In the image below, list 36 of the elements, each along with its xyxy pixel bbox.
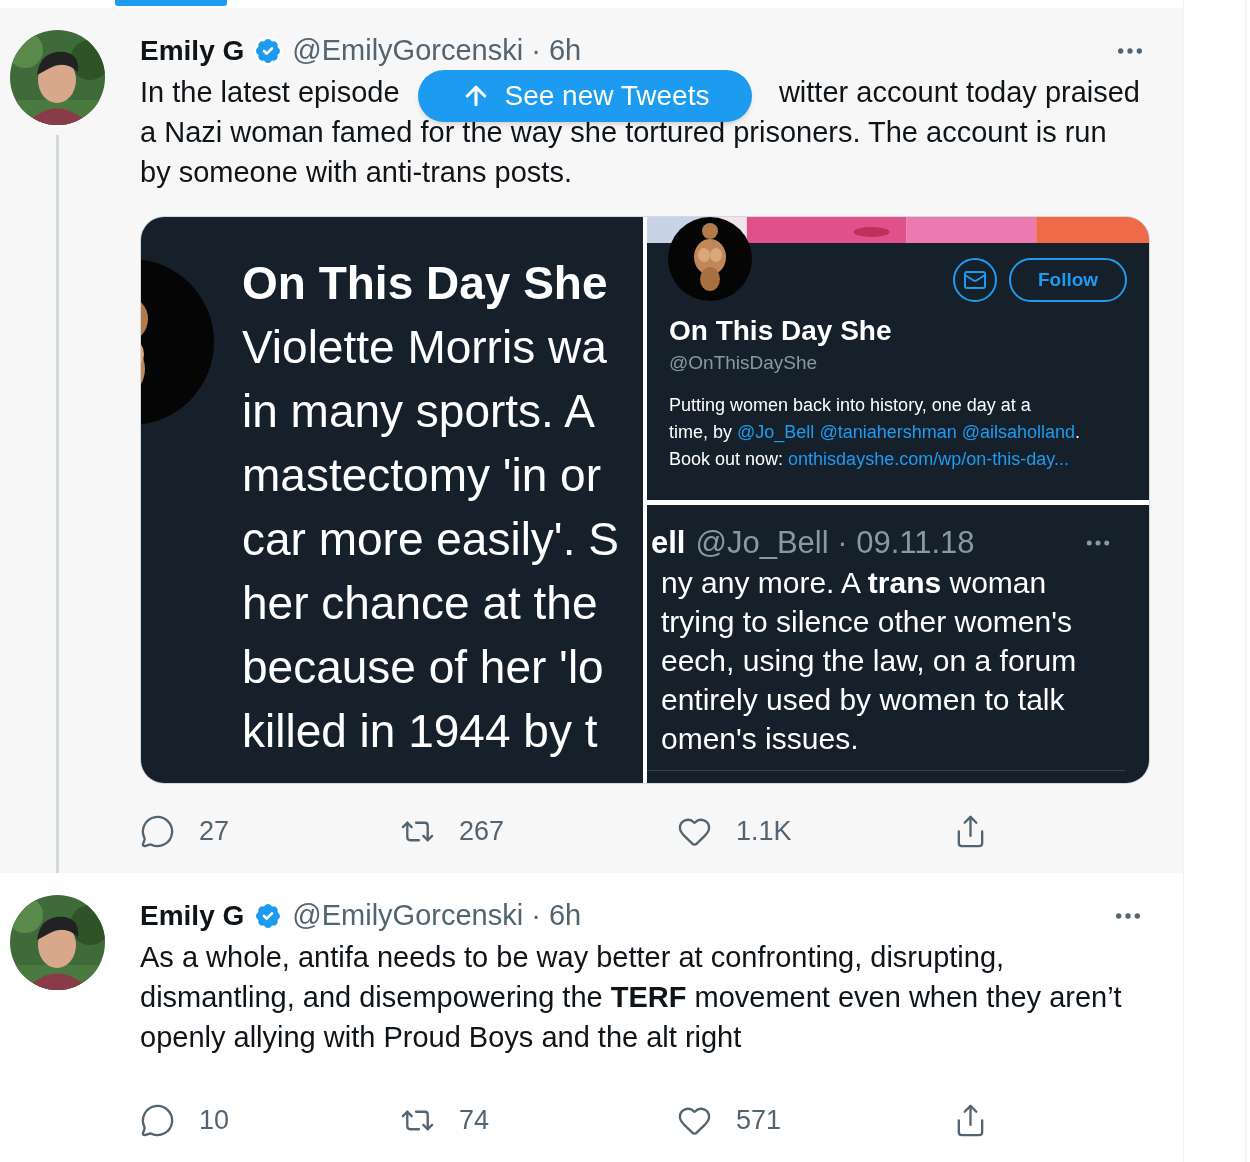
- reply-icon[interactable]: [140, 1102, 175, 1138]
- image-text-line: her chance at the: [242, 576, 599, 631]
- reply-icon[interactable]: [140, 813, 175, 849]
- profile-link[interactable]: @ailsaholland: [961, 422, 1076, 442]
- quoted-tweet-text: ny any more. A trans woman trying to silence other women's eech, using the law, on a forum entirely used by women to talk omen's issues.: [660, 565, 1078, 757]
- tweet-text: witter account today praised: [778, 75, 1140, 110]
- image-text-line: in many sports. A: [242, 384, 596, 439]
- image-text-line: car more easily'. S: [242, 512, 620, 567]
- image-text-line: because of her 'lo: [242, 640, 605, 695]
- author-handle: @EmilyGorcenski · 6h: [292, 898, 582, 934]
- profile-bio: Putting women back into history, one day at a time, by @Jo_Bell @taniahershman @ailsaholland. Book out now: onthisdayshe.com/wp/on-this-day...: [669, 394, 1082, 471]
- action-count: 1.1K: [736, 814, 792, 848]
- profile-link[interactable]: onthisdayshe.com/wp/on-this-day...: [788, 449, 1069, 469]
- profile-name: On This Day She: [669, 314, 893, 348]
- action-count: 571: [736, 1103, 782, 1137]
- quoted-author-name: ell: [651, 523, 686, 562]
- image-text-line: killed in 1944 by t: [242, 704, 599, 759]
- tweet-text: In the latest episode: [140, 75, 400, 110]
- action-count: 74: [459, 1103, 490, 1137]
- profile-link[interactable]: @Jo_Bell: [737, 422, 815, 442]
- image-text-line: mastectomy 'in or: [242, 448, 602, 503]
- action-count: 27: [199, 814, 230, 848]
- action-count: 267: [459, 814, 505, 848]
- quoted-author-handle: @Jo_Bell · 09.11.18: [695, 523, 975, 562]
- profile-handle: @OnThisDayShe: [669, 351, 819, 375]
- follow-button[interactable]: Follow: [1009, 258, 1127, 302]
- tweet-text: As a whole, antifa needs to be way better at confronting, disrupting, dismantling, and disempowering the TERF movement even when they aren’t openly allying with Proud Boys and the alt right: [140, 940, 1123, 1055]
- author-name: Emily G: [140, 899, 245, 933]
- profile-link[interactable]: @taniahershman: [819, 422, 957, 442]
- image-text-line: Violette Morris wa: [242, 320, 608, 375]
- mail-icon: [963, 268, 987, 292]
- action-count: 10: [199, 1103, 230, 1137]
- author-name: Emily G: [140, 34, 245, 68]
- image-heading: On This Day She: [242, 256, 609, 311]
- author-handle: @EmilyGorcenski · 6h: [292, 33, 582, 69]
- message-button[interactable]: [953, 258, 997, 302]
